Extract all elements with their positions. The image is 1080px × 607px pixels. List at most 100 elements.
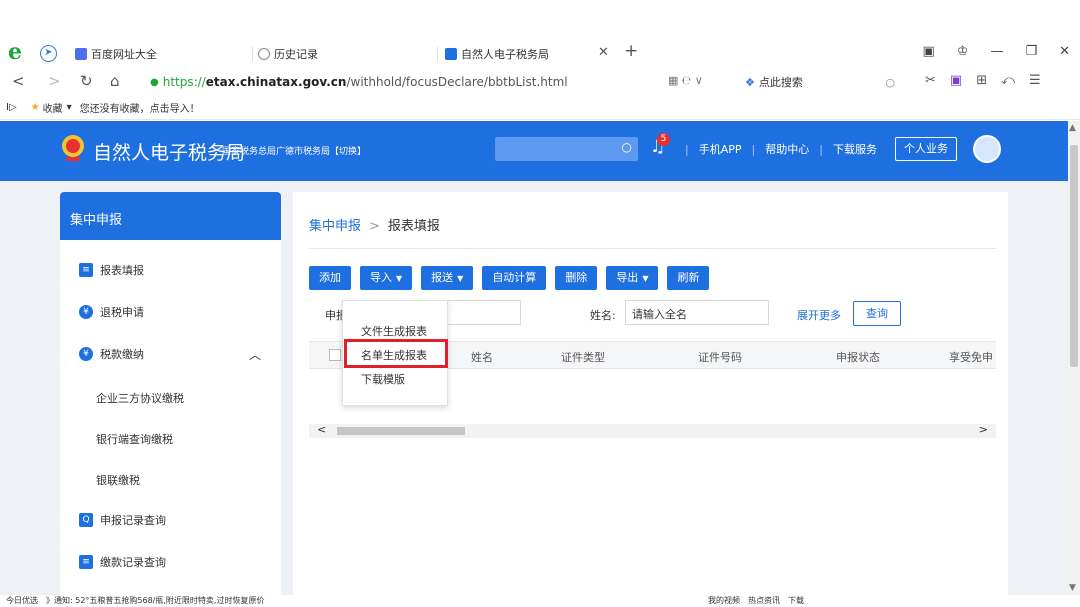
search-icon[interactable]: ○ xyxy=(622,140,632,154)
menu-item-file-generate[interactable]: 文件生成报表 xyxy=(361,323,427,339)
url-field[interactable]: ● https://etax.chinatax.gov.cn/withhold/… xyxy=(150,72,720,92)
sidebar-item-payment-records[interactable]: ≡ 缴款记录查询 xyxy=(60,552,281,572)
breadcrumb-current: 报表填报 xyxy=(387,219,440,234)
add-button[interactable]: 添加 xyxy=(309,266,351,290)
compass-icon[interactable]: ➤ xyxy=(40,45,57,62)
scroll-left-icon[interactable]: < xyxy=(317,423,326,436)
notification-badge: 5 xyxy=(657,133,670,146)
browser-tab-bar: e ➤ 百度网址大全 历史记录 自然人电子税务局 ✕ + ▣ ♔ — ❐ ✕ xyxy=(0,38,1080,68)
column-header[interactable]: 证件类型 xyxy=(561,349,605,365)
scroll-down-icon[interactable]: ▼ xyxy=(1069,583,1076,593)
search-icon[interactable]: ○ xyxy=(885,76,895,89)
header-search-input[interactable]: ○ xyxy=(495,137,638,161)
scroll-right-icon[interactable]: > xyxy=(979,423,988,436)
browser-tools: ✂ ▣ ⊞ ⤺ ☰ xyxy=(925,73,1041,88)
search-input[interactable]: ❖ 点此搜索 ○ xyxy=(745,73,895,91)
help-center-link[interactable]: 帮助中心 xyxy=(765,141,809,157)
scrollbar-thumb[interactable] xyxy=(1070,145,1078,367)
scrollbar-thumb[interactable] xyxy=(337,427,465,435)
search-record-icon: Q xyxy=(79,513,93,527)
export-button[interactable]: 导出 ▼ xyxy=(606,266,659,290)
mobile-app-link[interactable]: 手机APP xyxy=(699,141,742,157)
submit-button[interactable]: 报送 ▼ xyxy=(421,266,474,290)
sidebar-item-refund[interactable]: ¥ 退税申请 xyxy=(60,302,281,322)
sidebar-subitem-unionpay[interactable]: 银联缴税 xyxy=(96,472,140,488)
new-tab-icon[interactable]: + xyxy=(624,41,638,61)
shirt-icon[interactable]: ♔ xyxy=(957,44,969,59)
sidebar-item-label: 报表填报 xyxy=(100,264,144,277)
close-window-icon[interactable]: ✕ xyxy=(1059,44,1070,59)
apps-icon[interactable]: ⊞ xyxy=(976,73,987,88)
delete-button[interactable]: 删除 xyxy=(555,266,598,290)
breadcrumb: 集中申报 > 报表填报 xyxy=(309,219,440,234)
column-header[interactable]: 享受免申 xyxy=(949,349,993,365)
page-scrollbar[interactable]: ▲ ▼ xyxy=(1068,121,1080,595)
caret-down-icon: ▼ xyxy=(457,274,464,283)
document-icon: ≡ xyxy=(79,555,93,569)
download-service-link[interactable]: 下载服务 xyxy=(833,141,877,157)
auto-calc-button[interactable]: 自动计算 xyxy=(482,266,547,290)
tab-history[interactable]: 历史记录 xyxy=(258,42,428,66)
minimize-icon[interactable]: — xyxy=(990,44,1003,59)
restore-icon[interactable]: ❐ xyxy=(1025,44,1037,59)
column-header[interactable]: 证件号码 xyxy=(698,349,742,365)
highlight-box xyxy=(344,339,448,368)
browser-logo-icon[interactable]: e xyxy=(8,41,30,63)
import-button[interactable]: 导入 ▼ xyxy=(360,266,413,290)
menu-item-download-template[interactable]: 下载模版 xyxy=(361,371,405,387)
status-tools[interactable]: 我的视频 热点资讯 下载 xyxy=(708,595,804,606)
expand-more-link[interactable]: 展开更多 xyxy=(797,307,841,323)
tax-emblem-icon xyxy=(62,135,84,161)
tab-etax[interactable]: 自然人电子税务局 xyxy=(445,42,615,66)
lock-icon: ● xyxy=(150,76,159,88)
divider xyxy=(309,248,996,249)
status-news[interactable]: 今日优选 》通知: 52°五粮普五抢购568/瓶,附近限时特卖,过时恢复原价 xyxy=(6,595,264,606)
tax-bureau-switch[interactable]: 国家税务总局广德市税务局【切换】 xyxy=(222,144,366,157)
undo-icon[interactable]: ⤺ xyxy=(1001,73,1015,88)
sidebar-toggle-icon[interactable]: ▣ xyxy=(922,44,934,59)
sidebar-item-label: 申报记录查询 xyxy=(100,514,166,527)
window-controls: ▣ ♔ — ❐ ✕ xyxy=(922,44,1070,59)
bookmark-toggle-icon[interactable]: I▷ xyxy=(6,102,17,113)
name-label: 姓名: xyxy=(590,309,616,322)
menu-icon[interactable]: ☰ xyxy=(1029,73,1041,88)
cut-icon[interactable]: ✂ xyxy=(925,73,936,88)
tab-label: 自然人电子税务局 xyxy=(461,48,549,61)
name-input[interactable]: 请输入全名 xyxy=(625,300,769,325)
sidebar-item-report-fill[interactable]: ≡ 报表填报 xyxy=(60,260,281,280)
scroll-up-icon[interactable]: ▲ xyxy=(1069,123,1076,133)
translate-icon[interactable]: ▣ xyxy=(950,73,962,88)
sidebar: 集中申报 ≡ 报表填报 ¥ 退税申请 ¥ 税款缴纳 ︿ 企业三方协议缴税 银行端… xyxy=(60,192,281,595)
sidebar-subitem-bank-query[interactable]: 银行端查询缴税 xyxy=(96,431,173,447)
top-blank xyxy=(0,0,1080,38)
home-icon[interactable]: ⌂ xyxy=(110,72,120,90)
refresh-button[interactable]: 刷新 xyxy=(667,266,710,290)
forward-icon[interactable]: > xyxy=(48,72,61,90)
sidebar-item-tax-payment[interactable]: ¥ 税款缴纳 ︿ xyxy=(60,344,281,364)
column-header[interactable]: 姓名 xyxy=(471,349,493,365)
bookmarks-bar: I▷ ★ 收藏 ▾ 您还没有收藏，点击导入！ xyxy=(0,96,1080,120)
chevron-up-icon[interactable]: ︿ xyxy=(249,346,261,363)
bookmarks-label[interactable]: 收藏 xyxy=(43,100,63,115)
search-engine-icon: ❖ xyxy=(745,75,755,89)
sidebar-item-declare-records[interactable]: Q 申报记录查询 xyxy=(60,510,281,530)
bookmarks-hint[interactable]: 您还没有收藏，点击导入！ xyxy=(80,100,200,115)
tab-label: 百度网址大全 xyxy=(91,48,157,61)
personal-business-button[interactable]: 个人业务 xyxy=(895,137,957,161)
close-icon[interactable]: ✕ xyxy=(598,45,609,60)
tab-label: 历史记录 xyxy=(274,48,318,61)
sidebar-title[interactable]: 集中申报 xyxy=(60,192,281,240)
column-header[interactable]: 申报状态 xyxy=(836,349,880,365)
breadcrumb-parent[interactable]: 集中申报 xyxy=(309,219,361,234)
avatar[interactable] xyxy=(973,135,1001,163)
back-icon[interactable]: < xyxy=(12,72,25,90)
table-scrollbar[interactable]: < > xyxy=(309,423,996,438)
sidebar-subitem-tripartite[interactable]: 企业三方协议缴税 xyxy=(96,390,184,406)
select-all-checkbox[interactable] xyxy=(329,349,341,361)
sidebar-item-label: 退税申请 xyxy=(100,306,144,319)
reload-icon[interactable]: ↻ xyxy=(80,72,93,90)
period-field[interactable] xyxy=(443,300,521,325)
ie-mode-icon[interactable]: ▦ ℮ ∨ xyxy=(668,74,703,87)
tab-baidu[interactable]: 百度网址大全 xyxy=(75,42,245,66)
query-button[interactable]: 查询 xyxy=(853,301,901,326)
